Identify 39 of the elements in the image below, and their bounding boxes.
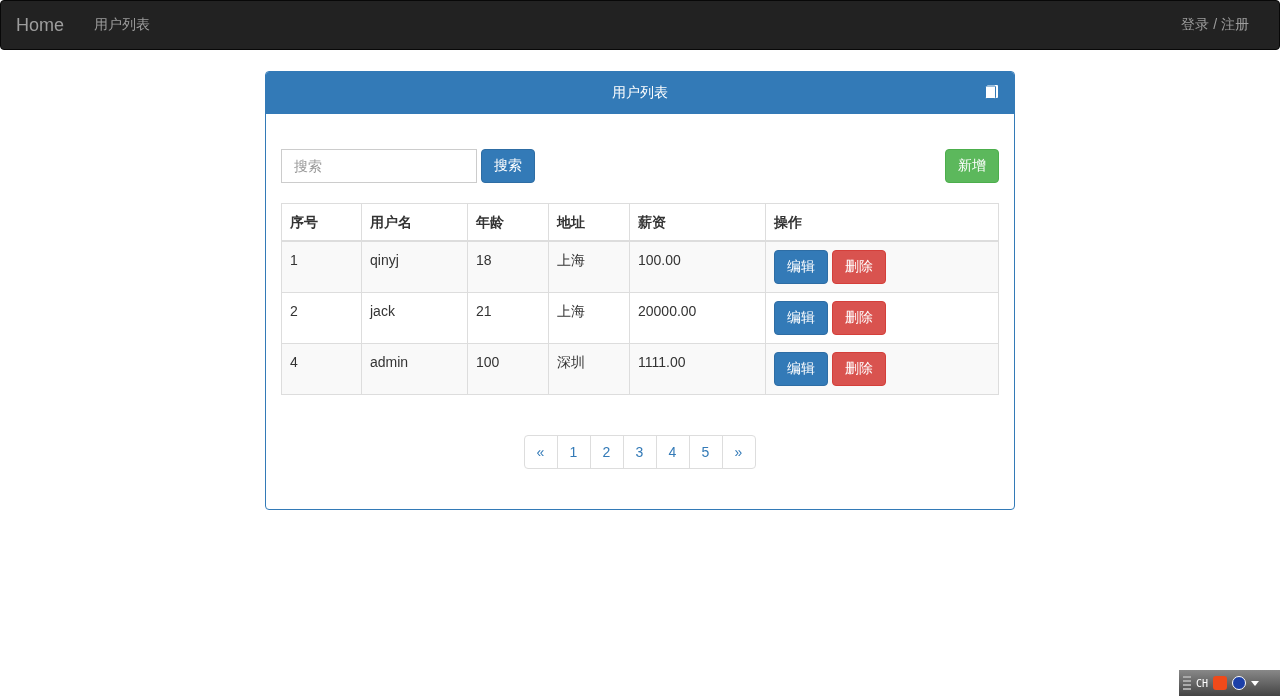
page-link[interactable]: 4 — [655, 435, 690, 469]
edit-button[interactable]: 编辑 — [774, 352, 828, 386]
table-cell: jack — [361, 292, 468, 344]
login-register-link[interactable]: 登录 / 注册 — [1181, 16, 1249, 34]
book-icon — [985, 85, 998, 99]
table-cell: 1 — [281, 241, 362, 293]
grip-icon — [1183, 676, 1191, 690]
table-cell: 1111.00 — [629, 343, 766, 395]
table-cell: 上海 — [548, 241, 630, 293]
add-button[interactable]: 新增 — [945, 149, 999, 183]
table-cell: qinyj — [361, 241, 468, 293]
panel-title: 用户列表 — [612, 84, 668, 102]
table-cell: 20000.00 — [629, 292, 766, 344]
page-link[interactable]: 3 — [622, 435, 657, 469]
table-cell: 100 — [467, 343, 549, 395]
search-button[interactable]: 搜索 — [481, 149, 535, 183]
page-link[interactable]: 1 — [556, 435, 591, 469]
table-cell: 4 — [281, 343, 362, 395]
table-cell: 2 — [281, 292, 362, 344]
delete-button[interactable]: 删除 — [832, 250, 886, 284]
page-link[interactable]: 2 — [589, 435, 624, 469]
brand-link[interactable]: Home — [16, 14, 64, 36]
nav-link[interactable]: 用户列表 — [94, 16, 150, 34]
table-cell: admin — [361, 343, 468, 395]
table-cell: 100.00 — [629, 241, 766, 293]
edit-button[interactable]: 编辑 — [774, 250, 828, 284]
table-cell: 21 — [467, 292, 549, 344]
page-link[interactable]: 5 — [688, 435, 723, 469]
page-link[interactable]: » — [721, 435, 756, 469]
language-indicator[interactable]: CH — [1196, 677, 1209, 689]
page-link[interactable]: « — [523, 435, 558, 469]
table-cell: 18 — [467, 241, 549, 293]
edit-button[interactable]: 编辑 — [774, 301, 828, 335]
table-cell: 上海 — [548, 292, 630, 344]
search-field[interactable]: 搜索 — [281, 149, 477, 183]
delete-button[interactable]: 删除 — [832, 301, 886, 335]
delete-button[interactable]: 删除 — [832, 352, 886, 386]
table-cell: 深圳 — [548, 343, 630, 395]
menu-arrow-icon[interactable] — [1251, 680, 1260, 686]
